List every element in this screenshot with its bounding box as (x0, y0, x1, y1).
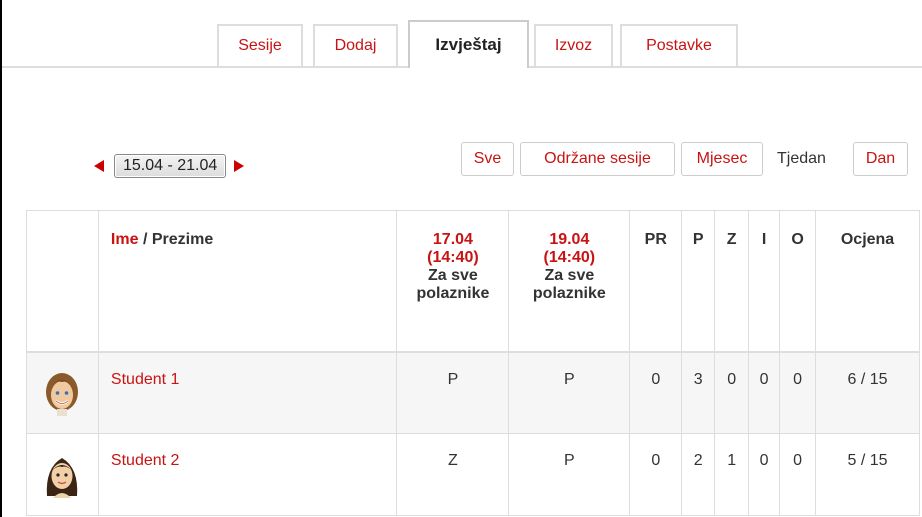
student-name-link[interactable]: Student 2 (97, 433, 398, 516)
name-header: Ime / Prezime (97, 210, 398, 353)
report-table: Ime / Prezime 17.04 (14:40) Za sve polaz… (26, 210, 920, 516)
grade-header: Ocjena (815, 210, 920, 353)
i-count: 0 (748, 433, 781, 516)
view-held-sessions-button[interactable]: Održane sesije (520, 142, 675, 176)
view-day-button[interactable]: Dan (853, 142, 908, 176)
girl-avatar-icon (47, 457, 78, 498)
table-header-row: Ime / Prezime 17.04 (14:40) Za sve polaz… (26, 210, 920, 353)
p-count: 2 (681, 433, 716, 516)
z-count: 1 (714, 433, 750, 516)
i-header: I (748, 210, 781, 353)
tab-izvjestaj[interactable]: Izvještaj (408, 20, 529, 68)
session-status: P (396, 351, 510, 434)
i-count: 0 (748, 351, 781, 434)
view-month-button[interactable]: Mjesec (681, 142, 763, 176)
date-range-button[interactable]: 15.04 - 21.04 (114, 154, 227, 178)
session-date: 17.04 (432, 231, 473, 248)
z-count: 0 (714, 351, 750, 434)
week-navigation: 15.04 - 21.04 (94, 152, 245, 180)
session-status: P (508, 433, 631, 516)
page-frame: Sesije Dodaj Izvještaj Izvoz Postavke 15… (0, 0, 922, 517)
view-all-button[interactable]: Sve (461, 142, 514, 176)
p-header: P (681, 210, 716, 353)
p-count: 3 (681, 351, 716, 434)
session-desc: polaznike (416, 285, 490, 302)
table-row: Student 1 P P 0 3 0 0 0 6 / 15 (26, 351, 920, 434)
avatar (26, 351, 99, 434)
tab-dodaj[interactable]: Dodaj (313, 24, 398, 66)
triangle-left-icon[interactable] (94, 160, 104, 172)
triangle-right-icon[interactable] (234, 160, 245, 172)
session-header-2: 19.04 (14:40) Za sve polaznike (508, 210, 631, 353)
session-desc: polaznike (532, 285, 606, 302)
boy-avatar-icon (46, 372, 79, 416)
session-status: Z (396, 433, 510, 516)
tab-bar: Sesije Dodaj Izvještaj Izvoz Postavke (2, 0, 922, 68)
tab-postavke[interactable]: Postavke (620, 24, 738, 66)
tab-izvoz[interactable]: Izvoz (534, 24, 613, 66)
sort-last-name-label: Prezime (151, 231, 214, 248)
student-name-link[interactable]: Student 1 (97, 351, 398, 434)
session-desc: Za sve (428, 267, 478, 284)
o-count: 0 (779, 433, 817, 516)
session-date: 19.04 (549, 231, 590, 248)
pr-count: 0 (629, 351, 683, 434)
session-status: P (508, 351, 631, 434)
session-time: (14:40) (543, 249, 596, 266)
avatar (26, 433, 99, 516)
name-separator: / (138, 231, 152, 248)
pr-count: 0 (629, 433, 683, 516)
avatar-header (26, 210, 99, 353)
session-desc: Za sve (544, 267, 595, 284)
table-row: Student 2 Z P 0 2 1 0 0 5 / 15 (26, 433, 920, 516)
grade-value: 6 / 15 (815, 351, 920, 434)
pr-header: PR (629, 210, 683, 353)
o-count: 0 (779, 351, 817, 434)
grade-value: 5 / 15 (815, 433, 920, 516)
z-header: Z (714, 210, 750, 353)
view-week-label: Tjedan (777, 150, 826, 167)
sort-first-name-link[interactable]: Ime (111, 231, 139, 248)
session-header-1: 17.04 (14:40) Za sve polaznike (396, 210, 510, 353)
o-header: O (779, 210, 817, 353)
session-time: (14:40) (427, 249, 479, 266)
tab-sesije[interactable]: Sesije (217, 24, 303, 66)
